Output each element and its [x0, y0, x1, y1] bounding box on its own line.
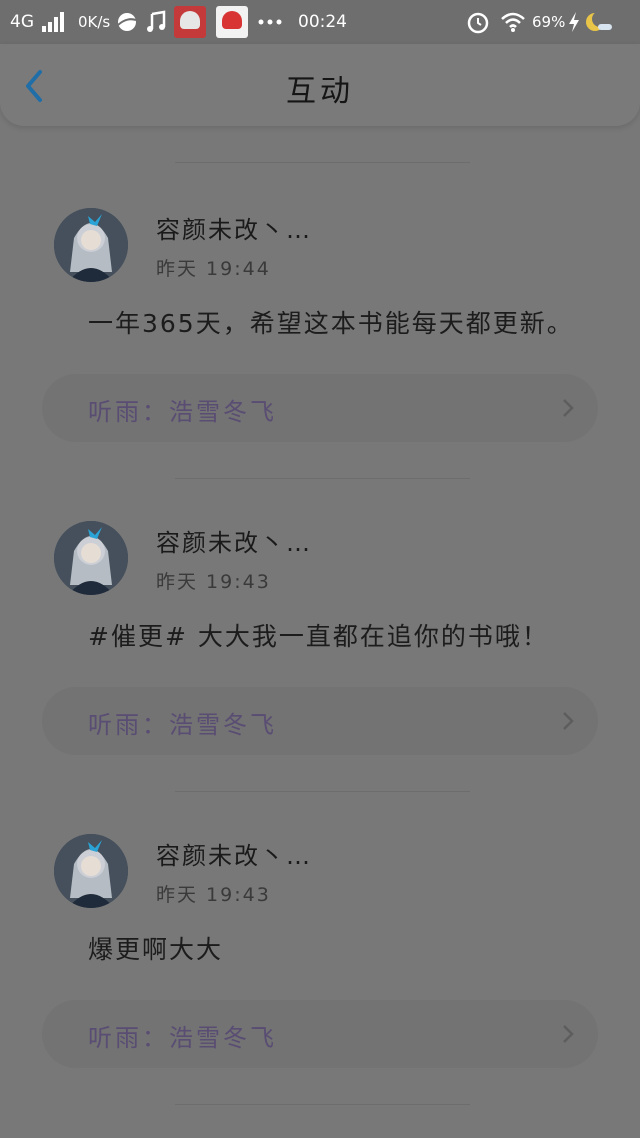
comment-card: 容颜未改丶… 昨天 19:44 一年365天，希望这本书能每天都更新。 听雨：浩… — [0, 166, 640, 466]
battery-level: 69% — [532, 13, 566, 31]
app-badge-icon — [174, 6, 206, 38]
alarm-icon — [467, 12, 489, 34]
book-link-label: 听雨：浩雪冬飞 — [88, 711, 277, 739]
comment-text: 爆更啊大大 — [88, 935, 224, 964]
header: 互动 — [0, 44, 640, 126]
book-link[interactable]: 听雨：浩雪冬飞 — [42, 1000, 598, 1068]
comment-card: 容颜未改丶… 昨天 19:43 #催更# 大大我一直都在追你的书哦！ 听雨：浩雪… — [0, 479, 640, 779]
book-link[interactable]: 听雨：浩雪冬飞 — [42, 374, 598, 442]
planet-icon — [117, 13, 137, 31]
music-note-icon — [147, 10, 166, 32]
clock: 00:24 — [298, 12, 347, 32]
wifi-icon — [501, 12, 525, 32]
book-link-label: 听雨：浩雪冬飞 — [88, 398, 277, 426]
book-link[interactable]: 听雨：浩雪冬飞 — [42, 687, 598, 755]
divider — [175, 1104, 470, 1105]
app-badge-icon — [216, 6, 248, 38]
network-speed: 0K/s — [78, 13, 111, 31]
signal-icon — [42, 12, 68, 32]
moon-icon — [586, 11, 612, 31]
status-bar: 4G 0K/s 00:24 69% — [0, 0, 640, 44]
chevron-right-icon — [563, 399, 574, 417]
page-title: 互动 — [286, 74, 354, 109]
comment-text: #催更# 大大我一直都在追你的书哦！ — [88, 622, 549, 651]
network-type: 4G — [10, 12, 34, 32]
timestamp: 昨天 19:43 — [156, 571, 271, 593]
timestamp: 昨天 19:43 — [156, 884, 271, 906]
avatar[interactable] — [54, 834, 128, 908]
chevron-right-icon — [563, 712, 574, 730]
comment-card: 容颜未改丶… 昨天 19:43 爆更啊大大 听雨：浩雪冬飞 — [0, 792, 640, 1092]
timestamp: 昨天 19:44 — [156, 258, 271, 280]
more-dots-icon — [258, 19, 282, 25]
username: 容颜未改丶… — [156, 216, 312, 244]
avatar[interactable] — [54, 208, 128, 282]
chevron-right-icon — [563, 1025, 574, 1043]
charging-icon — [569, 12, 579, 32]
username: 容颜未改丶… — [156, 842, 312, 870]
avatar[interactable] — [54, 521, 128, 595]
username: 容颜未改丶… — [156, 529, 312, 557]
book-link-label: 听雨：浩雪冬飞 — [88, 1024, 277, 1052]
comment-text: 一年365天，希望这本书能每天都更新。 — [88, 309, 574, 338]
divider — [175, 162, 470, 163]
